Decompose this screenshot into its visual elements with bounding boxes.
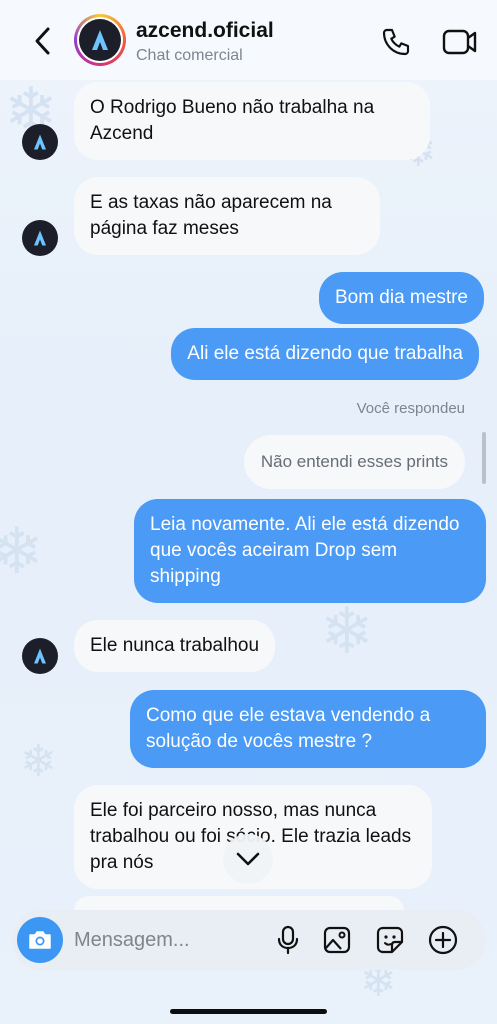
contact-name[interactable]: azcend.oficial	[136, 19, 274, 43]
quoted-message[interactable]: Não entendi esses prints	[243, 435, 465, 489]
azcend-logo-icon	[34, 230, 46, 246]
call-button[interactable]	[378, 24, 414, 60]
add-button[interactable]	[425, 922, 461, 958]
outgoing-message[interactable]: Como que ele estava vendendo a solução d…	[130, 690, 486, 768]
phone-icon	[382, 28, 410, 56]
sticker-icon	[376, 926, 404, 954]
back-button[interactable]	[28, 24, 56, 58]
incoming-message[interactable]: E as taxas não aparecem na página faz me…	[74, 177, 380, 255]
outgoing-message[interactable]: Bom dia mestre	[318, 272, 484, 324]
profile-avatar[interactable]	[74, 14, 126, 66]
image-icon	[323, 926, 351, 954]
incoming-message[interactable]: O Rodrigo Bueno não trabalha na Azcend	[74, 82, 430, 160]
camera-icon	[29, 931, 51, 949]
snowflake-decoration: ❄	[0, 515, 44, 589]
chat-header: azcend.oficial Chat comercial	[0, 0, 497, 80]
sender-avatar[interactable]	[22, 220, 58, 256]
chevron-down-icon	[236, 852, 260, 866]
message-composer	[12, 910, 486, 970]
home-indicator	[170, 1009, 327, 1014]
scrollbar[interactable]	[482, 432, 486, 484]
message-input[interactable]	[74, 926, 264, 954]
voice-message-button[interactable]	[270, 922, 306, 958]
microphone-icon	[277, 925, 299, 955]
chevron-left-icon	[35, 27, 50, 55]
outgoing-message[interactable]: Ali ele está dizendo que trabalha	[171, 328, 479, 380]
snowflake-decoration: ❄	[20, 736, 57, 787]
contact-subtitle: Chat comercial	[136, 47, 243, 64]
scroll-to-bottom-button[interactable]	[223, 834, 273, 884]
video-call-button[interactable]	[440, 24, 480, 60]
azcend-logo-icon	[92, 30, 108, 50]
video-camera-icon	[442, 29, 477, 55]
incoming-message[interactable]: Ele nunca trabalhou	[74, 620, 276, 672]
sticker-button[interactable]	[372, 922, 408, 958]
plus-circle-icon	[428, 925, 458, 955]
gallery-button[interactable]	[319, 922, 355, 958]
sender-avatar[interactable]	[22, 124, 58, 160]
sender-avatar[interactable]	[22, 638, 58, 674]
snowflake-decoration: ❄	[320, 595, 374, 669]
outgoing-message[interactable]: Leia novamente. Ali ele está dizendo que…	[134, 499, 486, 603]
azcend-logo-icon	[34, 648, 46, 664]
azcend-logo-icon	[34, 134, 46, 150]
reply-label: Você respondeu	[356, 400, 465, 417]
camera-button[interactable]	[17, 917, 63, 963]
